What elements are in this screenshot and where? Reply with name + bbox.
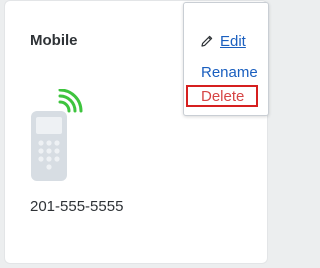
phone-number: 201-555-5555: [30, 198, 124, 215]
rename-menu-item[interactable]: Rename: [184, 60, 268, 84]
card-title: Mobile: [30, 32, 78, 49]
delete-menu-item[interactable]: Delete: [186, 85, 258, 107]
wireless-signal-icon: [58, 88, 83, 113]
mobile-phone-illustration: [27, 88, 87, 185]
pencil-icon: [200, 34, 214, 48]
edit-dropdown-menu: Edit Rename Delete: [183, 2, 269, 116]
mobile-phone-icon: [31, 88, 83, 181]
edit-label: Edit: [220, 32, 246, 50]
edit-button[interactable]: Edit: [200, 31, 246, 51]
